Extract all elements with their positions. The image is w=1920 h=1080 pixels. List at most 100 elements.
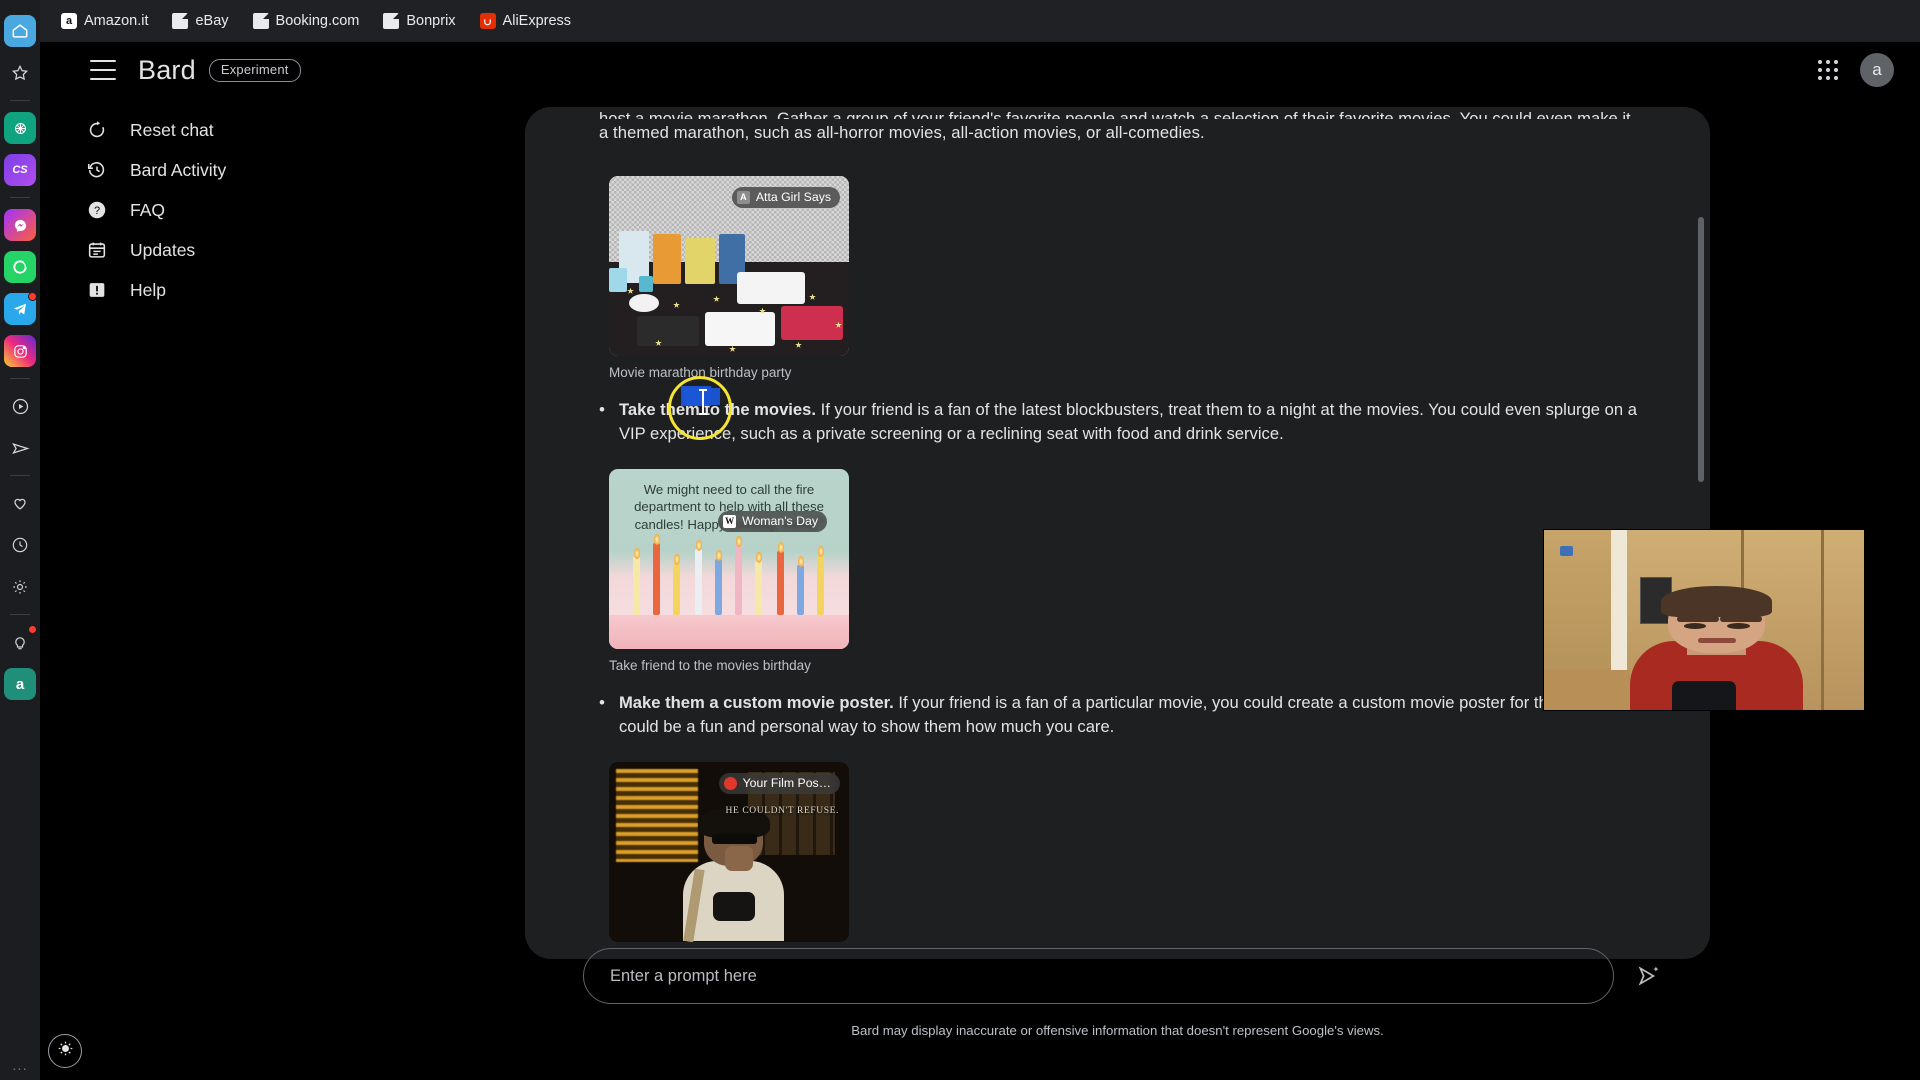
rail-item-messenger-icon[interactable] [4, 209, 36, 241]
rail-overflow[interactable]: ... [12, 1057, 28, 1074]
generic-page-favicon [383, 13, 400, 29]
rail-item-send-icon[interactable] [4, 432, 36, 464]
rail-separator [10, 378, 30, 379]
sidebar-item-label: Help [130, 279, 166, 300]
webcam-microphone [1672, 681, 1736, 710]
rail-separator [10, 197, 30, 198]
chat-scroll-area[interactable]: host a movie marathon. Gather a group of… [525, 107, 1710, 959]
sidebar-item-bard-activity[interactable]: Bard Activity [40, 150, 370, 190]
page-title: Bard [138, 54, 196, 85]
rail-item-openai-icon[interactable] [4, 112, 36, 144]
rail-separator [10, 614, 30, 615]
rail-item-play-circle-icon[interactable] [4, 390, 36, 422]
rail-item-home-icon[interactable] [4, 15, 36, 47]
rail-item-instagram-icon[interactable] [4, 335, 36, 367]
bullet-heading: Take them to the movies. [618, 399, 816, 419]
history-icon [86, 159, 108, 181]
prompt-row: Enter a prompt here [525, 948, 1710, 1004]
image-source-badge[interactable]: W Woman's Day [718, 510, 827, 532]
bullet-heading: Make them a custom movie poster. [618, 692, 894, 712]
sidebar-item-help[interactable]: Help [40, 270, 370, 310]
send-button[interactable] [1634, 962, 1662, 990]
bookmark-label: eBay [195, 13, 229, 29]
help-feedback-icon [86, 279, 108, 301]
image-caption: Movie marathon birthday party [609, 364, 792, 380]
sidebar-item-label: FAQ [130, 199, 166, 220]
scrollbar-thumb[interactable] [1698, 217, 1704, 482]
notification-badge [28, 625, 37, 634]
webcam-floor [1544, 670, 1631, 710]
intro-paragraph: a themed marathon, such as all-horror mo… [599, 123, 1205, 142]
image-source-badge[interactable]: Your Film Pos… [718, 772, 840, 794]
badge-label: Your Film Pos… [742, 776, 831, 790]
womans-day-favicon: W [723, 514, 737, 528]
rail-item-star-icon[interactable] [4, 57, 36, 89]
sidebar-item-reset-chat[interactable]: Reset chat [40, 110, 370, 150]
screen: CS a ... a Amazon.it eBay Booking.com Bo… [0, 0, 1920, 1080]
sidebar-item-label: Updates [130, 239, 196, 260]
bookmark-label: Booking.com [275, 13, 360, 29]
prompt-area: Enter a prompt here Bard may display ina… [525, 948, 1710, 1068]
amazon-favicon: a [61, 13, 77, 29]
image-source-badge[interactable]: A Atta Girl Says [731, 186, 840, 208]
svg-text:?: ? [94, 205, 100, 217]
chat-panel: host a movie marathon. Gather a group of… [525, 107, 1710, 959]
brightness-sun-icon [56, 1039, 75, 1063]
menu-toggle-button[interactable] [90, 60, 116, 80]
atta-girl-says-favicon: A [736, 190, 750, 204]
bookmark-amazon-it[interactable]: a Amazon.it [52, 9, 157, 33]
birthday-candles-image[interactable]: We might need to call the fire departmen… [609, 468, 849, 649]
webcam-overlay[interactable] [1544, 530, 1864, 710]
list-item: • Take them to the movies. If your frien… [599, 398, 1640, 447]
sidebar-item-faq[interactable]: ? FAQ [40, 190, 370, 230]
rail-item-telegram-icon[interactable] [4, 292, 37, 325]
list-item: • Make them a custom movie poster. If yo… [599, 691, 1640, 740]
sidebar-nav: Reset chat Bard Activity ? FAQ Updates H… [40, 110, 370, 310]
badge-label: Woman's Day [742, 514, 818, 528]
rail-item-gear-icon[interactable] [4, 571, 36, 603]
webcam-wall-sticker [1560, 546, 1573, 557]
app-rail: CS a ... [0, 0, 40, 1080]
generic-page-favicon [252, 13, 269, 29]
prompt-input[interactable]: Enter a prompt here [583, 948, 1614, 1004]
google-apps-icon[interactable] [1818, 60, 1838, 80]
image-caption: Take friend to the movies birthday [609, 657, 811, 673]
badge-label: Atta Girl Says [755, 190, 831, 204]
bookmark-booking-com[interactable]: Booking.com [244, 9, 369, 33]
reset-icon [86, 119, 108, 141]
prompt-placeholder: Enter a prompt here [610, 966, 757, 985]
bookmark-label: Bonprix [406, 13, 456, 29]
movie-marathon-party-image[interactable]: A Atta Girl Says [609, 175, 849, 356]
avatar[interactable]: a [1860, 53, 1894, 87]
custom-movie-poster-image[interactable]: HE COULDN'T REFUSE. Your Film Pos… [609, 761, 849, 942]
calendar-icon [86, 239, 108, 261]
bookmark-aliexpress[interactable]: AliExpress [471, 9, 581, 33]
bard-header: Bard Experiment a [40, 42, 1920, 98]
bullet-marker: • [599, 692, 605, 712]
rail-item-lightbulb-icon[interactable] [4, 625, 37, 658]
disclaimer-text: Bard may display inaccurate or offensive… [851, 1023, 1384, 1038]
bullet-marker: • [599, 399, 605, 419]
bullet-text: Take them to the movies. If your friend … [619, 398, 1640, 447]
generic-page-favicon [172, 13, 189, 29]
bullet-text: Make them a custom movie poster. If your… [619, 691, 1640, 740]
bookmark-ebay[interactable]: eBay [163, 9, 237, 33]
aliexpress-favicon [479, 13, 496, 29]
bookmark-label: AliExpress [502, 13, 572, 29]
rail-item-amazon-assistant-icon[interactable]: a [4, 668, 36, 700]
experiment-chip: Experiment [208, 58, 301, 82]
bookmark-label: Amazon.it [84, 13, 149, 29]
bookmark-bonprix[interactable]: Bonprix [374, 9, 464, 33]
header-actions: a [1818, 53, 1894, 87]
rail-item-clock-icon[interactable] [4, 529, 36, 561]
your-film-poster-favicon [723, 776, 737, 790]
notification-badge [28, 292, 37, 301]
cake-surface [609, 614, 849, 649]
theme-toggle-button[interactable] [48, 1034, 82, 1068]
sidebar-item-label: Reset chat [130, 119, 214, 140]
rail-item-heart-icon[interactable] [4, 487, 36, 519]
sidebar-item-updates[interactable]: Updates [40, 230, 370, 270]
rail-item-cs-icon[interactable]: CS [4, 154, 36, 186]
rail-item-whatsapp-icon[interactable] [4, 251, 36, 283]
rail-separator [10, 100, 30, 101]
